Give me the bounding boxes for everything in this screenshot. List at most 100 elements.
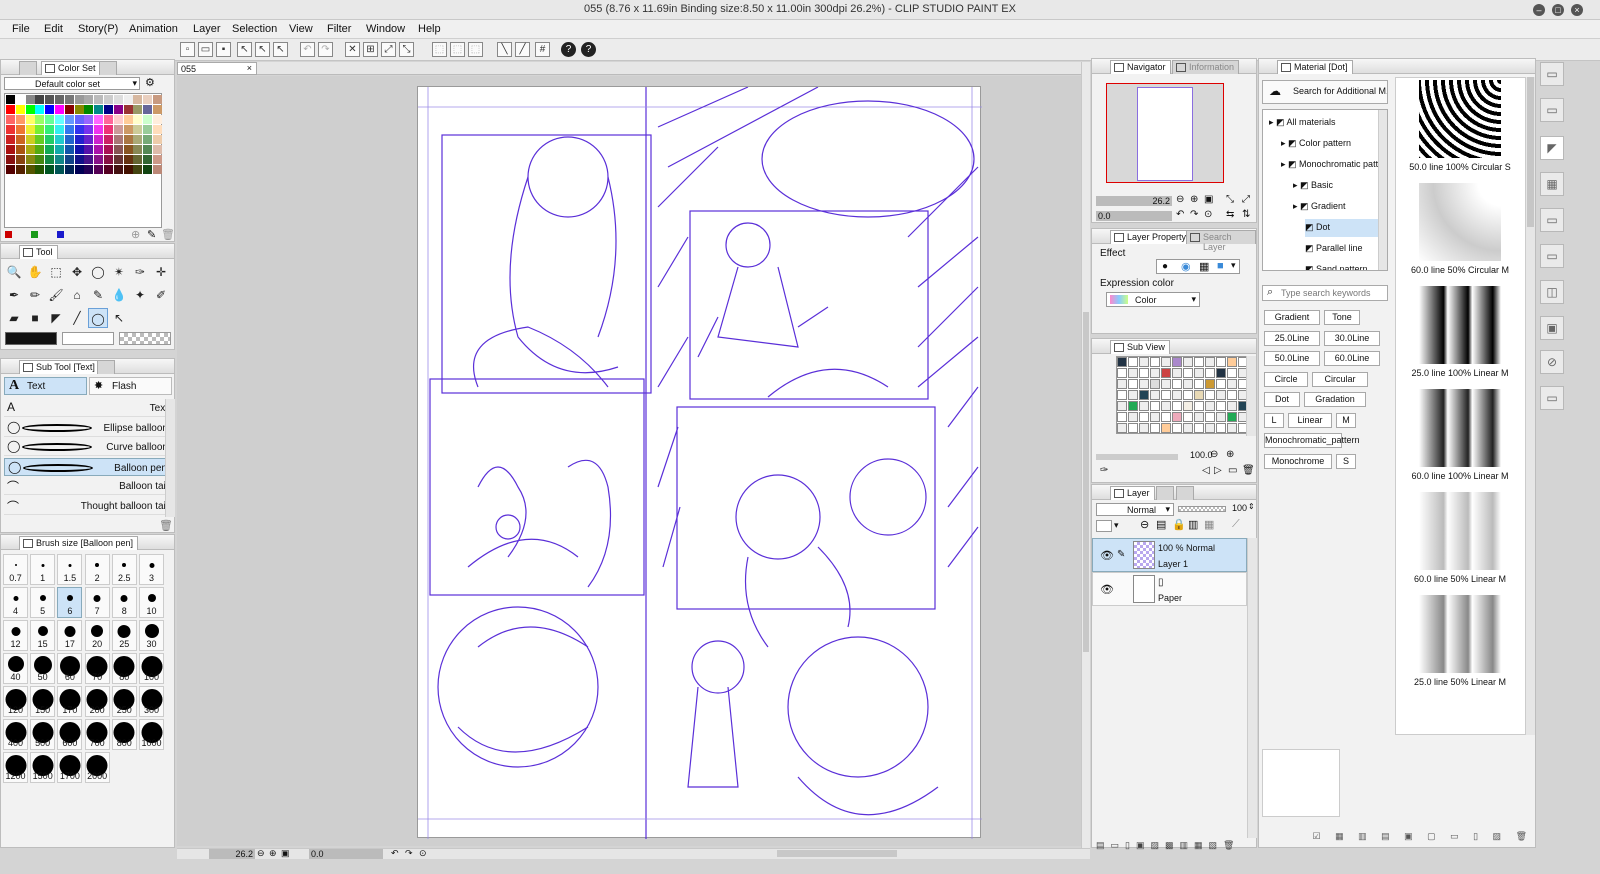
save-icon[interactable]: ▪	[216, 42, 231, 57]
color-swatch[interactable]	[64, 125, 74, 134]
color-swatch[interactable]	[123, 95, 133, 104]
canvas-zoom-out-icon[interactable]: ⊖	[257, 848, 265, 859]
opacity-value[interactable]: 100	[1232, 503, 1247, 513]
color-swatch[interactable]	[84, 115, 94, 124]
color-swatch[interactable]	[133, 115, 143, 124]
border-effect-icon[interactable]: ●	[1162, 261, 1168, 272]
sub-view-image[interactable]	[1116, 356, 1250, 434]
gradient-icon[interactable]: ▰	[4, 308, 24, 328]
color-swatch[interactable]	[6, 135, 15, 144]
color-swatch[interactable]	[15, 145, 25, 154]
brush-size-1200[interactable]: 1200	[3, 752, 28, 783]
color-swatch[interactable]	[104, 125, 113, 134]
color-swatch[interactable]	[104, 135, 113, 144]
mask-icon[interactable]: ▦	[1204, 518, 1214, 531]
color-swatch[interactable]	[64, 155, 74, 164]
tag-button[interactable]: L	[1264, 412, 1284, 428]
lock-transparency-icon[interactable]: ▥	[1188, 518, 1198, 531]
tab-canvas-055[interactable]: 055 ×	[177, 62, 257, 75]
color-swatch[interactable]	[64, 105, 74, 114]
frame-border-icon[interactable]: ◤	[46, 308, 66, 328]
color-swatch[interactable]	[74, 165, 84, 174]
brush-size-1[interactable]: 1	[30, 554, 56, 585]
tag-button[interactable]: Circular	[1312, 371, 1368, 387]
color-swatch[interactable]	[45, 135, 55, 144]
color-swatch[interactable]	[55, 115, 64, 124]
reference-layer-icon[interactable]: ▤	[1156, 518, 1166, 531]
color-swatch[interactable]	[25, 125, 35, 134]
color-swatch[interactable]	[143, 145, 153, 154]
color-swatch[interactable]	[133, 165, 143, 174]
zoom-tool-icon[interactable]: 🔍	[4, 262, 24, 282]
color-swatch[interactable]	[153, 115, 162, 124]
open-folder-icon[interactable]: ▭	[198, 42, 213, 57]
add-color-icon[interactable]: ⊕	[131, 228, 140, 241]
color-swatch[interactable]	[25, 135, 35, 144]
material-tree-item[interactable]: ◩ Dot	[1305, 219, 1387, 237]
color-swatch[interactable]	[94, 145, 104, 154]
color-swatch[interactable]	[35, 115, 45, 124]
side-panel-icon-6[interactable]: ▭	[1540, 244, 1564, 268]
sub-view-slider[interactable]	[1096, 454, 1178, 460]
brush-size-250[interactable]: 250	[111, 686, 137, 717]
color-swatch[interactable]	[84, 95, 94, 104]
brush-size-2[interactable]: 2	[84, 554, 110, 585]
opacity-spinner[interactable]: ⇕	[1248, 502, 1255, 511]
help-icon[interactable]: ?	[561, 42, 576, 57]
material-bottom-toolbar[interactable]: ☑ ▦ ▥ ▤ ▣ ▢ ▭ ▯ ▨ 🗑	[1263, 831, 1533, 843]
tag-button[interactable]: 30.0Line	[1324, 330, 1380, 346]
tag-button[interactable]: 60.0Line	[1324, 351, 1380, 366]
canvas-zoom-in-icon[interactable]: ⊕	[269, 848, 277, 859]
color-swatch[interactable]	[123, 105, 133, 114]
brush-size-2.5[interactable]: 2.5	[111, 554, 137, 585]
invert-selection-icon[interactable]: ⬚	[450, 42, 465, 57]
eraser-icon[interactable]: ✦	[130, 285, 150, 305]
color-swatch[interactable]	[143, 155, 153, 164]
canvas-rotate-right-icon[interactable]: ↷	[405, 848, 413, 859]
side-panel-icon-8[interactable]: ▣	[1540, 316, 1564, 340]
color-set-settings-icon[interactable]: ⚙	[145, 76, 159, 90]
color-swatch[interactable]	[113, 125, 123, 134]
canvas-zoom-field[interactable]: 26.2	[209, 849, 255, 859]
color-swatch[interactable]	[74, 105, 84, 114]
material-tree-item[interactable]: ▸ ◩ Basic	[1293, 177, 1387, 195]
color-swatch[interactable]	[35, 135, 45, 144]
layer-color-chip[interactable]	[1096, 520, 1112, 532]
menu-animation[interactable]: Animation	[129, 23, 178, 35]
color-swatch[interactable]	[94, 155, 104, 164]
opacity-slider[interactable]	[1178, 506, 1226, 512]
effect-dropdown-icon[interactable]: ▾	[1231, 260, 1236, 271]
brush-size-1.5[interactable]: 1.5	[57, 554, 83, 585]
color-swatch[interactable]	[45, 155, 55, 164]
sub-view-scrollbar[interactable]	[1246, 356, 1256, 436]
color-swatch[interactable]	[94, 135, 104, 144]
color-swatch[interactable]	[15, 115, 25, 124]
tag-button[interactable]: Dot	[1264, 392, 1300, 407]
material-tree-item[interactable]: ▸ ◩ Color pattern	[1281, 135, 1387, 153]
canvas-reset-rotation-icon[interactable]: ⊙	[419, 848, 427, 859]
menu-window[interactable]: Window	[366, 23, 405, 35]
menu-view[interactable]: View	[289, 23, 313, 35]
brush-size-17[interactable]: 17	[57, 620, 83, 651]
layer-row-paper[interactable]: 👁 ▯ Paper	[1092, 572, 1247, 606]
canvas-fit-icon[interactable]: ▣	[281, 848, 290, 859]
snap-ruler-icon[interactable]: ╱	[515, 42, 530, 57]
tag-button[interactable]: Gradation	[1304, 392, 1366, 407]
brush-size-6[interactable]: 6	[57, 587, 83, 618]
color-history-tab[interactable]	[99, 61, 117, 75]
color-swatch[interactable]	[104, 115, 113, 124]
sub-tool-group-flash[interactable]: ✸ Flash	[89, 377, 172, 395]
lasso-icon[interactable]: ◯	[88, 262, 108, 282]
color-swatch[interactable]	[153, 95, 162, 104]
material-tree-item[interactable]: ◩ Sand pattern	[1305, 261, 1387, 270]
color-swatch[interactable]	[6, 145, 15, 154]
tab-sub-tool[interactable]: Sub Tool [Text]	[19, 360, 100, 374]
color-swatch[interactable]	[45, 95, 55, 104]
color-swatch[interactable]	[153, 145, 162, 154]
select-area-icon[interactable]: ↖	[273, 42, 288, 57]
delete-sub-tool-icon[interactable]: 🗑	[159, 519, 173, 532]
color-swatch[interactable]	[153, 125, 162, 134]
maximize-button[interactable]: □	[1552, 4, 1564, 16]
hand-tool-icon[interactable]: ✋	[25, 262, 45, 282]
color-swatch[interactable]	[143, 95, 153, 104]
